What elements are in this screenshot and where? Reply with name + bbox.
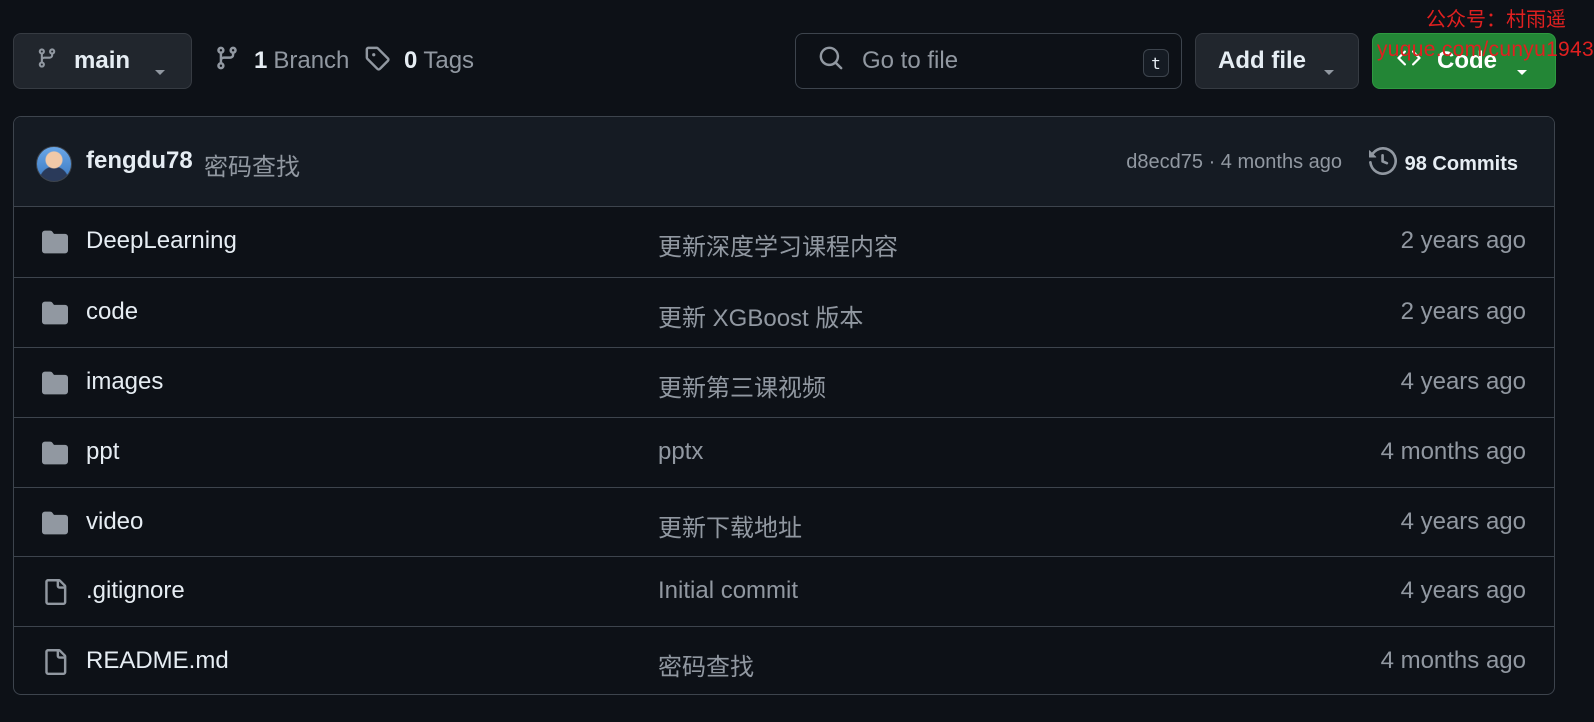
branch-selector-button[interactable]: main [13, 33, 192, 89]
file-icon [40, 649, 70, 680]
file-commit-message-link[interactable]: 更新深度学习课程内容 [658, 227, 898, 262]
commits-link[interactable]: 98 Commits [1368, 146, 1518, 181]
file-commit-date: 4 months ago [1380, 647, 1526, 675]
file-commit-date: 4 years ago [1400, 507, 1526, 535]
repo-toolbar: main 1 Branch 0 Tags t Add file [0, 0, 1594, 110]
latest-commit-header: fengdu78 密码查找 d8ecd75 · 4 months ago 98 … [14, 117, 1554, 207]
tag-icon [364, 45, 390, 78]
watermark: 公众号：村雨遥 yuque.com/cunyu1943 [1377, 5, 1594, 65]
file-commit-date: 4 years ago [1400, 367, 1526, 395]
folder-icon [40, 510, 70, 541]
branch-word: Branch [273, 47, 350, 74]
branch-count: 1 [254, 47, 268, 74]
git-branch-icon [214, 45, 240, 78]
folder-icon [40, 229, 70, 260]
folder-icon [40, 300, 70, 331]
go-to-file-search[interactable]: t [795, 33, 1182, 89]
file-name-link[interactable]: .gitignore [86, 577, 185, 605]
file-row[interactable]: ppt pptx 4 months ago [14, 416, 1554, 487]
git-branch-icon [36, 45, 58, 78]
file-name-link[interactable]: README.md [86, 647, 229, 675]
file-row[interactable]: video 更新下载地址 4 years ago [14, 486, 1554, 557]
commit-meta: d8ecd75 · 4 months ago [1126, 151, 1342, 174]
commit-author[interactable]: fengdu78 [86, 147, 193, 175]
chevron-down-icon [153, 56, 167, 84]
file-commit-message-link[interactable]: 密码查找 [658, 647, 754, 682]
file-commit-date: 4 years ago [1400, 577, 1526, 605]
folder-icon [40, 440, 70, 471]
file-row[interactable]: DeepLearning 更新深度学习课程内容 2 years ago [14, 207, 1554, 277]
file-commit-date: 4 months ago [1380, 437, 1526, 465]
file-commit-message-link[interactable]: pptx [658, 438, 703, 466]
file-icon [40, 579, 70, 610]
file-commit-message-link[interactable]: 更新 XGBoost 版本 [658, 298, 863, 333]
commit-message[interactable]: 密码查找 [204, 147, 300, 182]
branch-name: main [74, 47, 131, 74]
commit-separator: · [1208, 151, 1216, 173]
tags-link[interactable]: 0 Tags [364, 33, 474, 89]
file-name-link[interactable]: DeepLearning [86, 227, 237, 255]
chevron-down-icon [1322, 56, 1336, 84]
file-name-link[interactable]: video [86, 508, 143, 536]
folder-icon [40, 370, 70, 401]
add-file-button[interactable]: Add file [1195, 33, 1359, 89]
search-input[interactable] [860, 46, 1114, 76]
tag-word: Tags [423, 47, 475, 74]
file-commit-message-link[interactable]: 更新下载地址 [658, 508, 802, 543]
file-listing: fengdu78 密码查找 d8ecd75 · 4 months ago 98 … [13, 116, 1555, 695]
search-icon [818, 45, 844, 78]
history-icon [1368, 146, 1397, 181]
file-row[interactable]: .gitignore Initial commit 4 years ago [14, 556, 1554, 626]
commit-age: 4 months ago [1220, 151, 1342, 173]
watermark-line-2: yuque.com/cunyu1943 [1376, 38, 1594, 61]
file-commit-message-link[interactable]: Initial commit [658, 577, 798, 605]
keyboard-shortcut-hint: t [1143, 49, 1169, 77]
branches-link[interactable]: 1 Branch [214, 33, 349, 89]
file-row[interactable]: code 更新 XGBoost 版本 2 years ago [14, 276, 1554, 347]
commits-count: 98 Commits [1404, 152, 1518, 175]
file-name-link[interactable]: ppt [86, 438, 119, 466]
commit-hash[interactable]: d8ecd75 [1126, 151, 1203, 173]
file-row[interactable]: README.md 密码查找 4 months ago [14, 626, 1554, 694]
file-name-link[interactable]: images [86, 368, 163, 396]
file-commit-date: 2 years ago [1400, 297, 1526, 325]
file-row[interactable]: images 更新第三课视频 4 years ago [14, 346, 1554, 417]
watermark-line-1: 公众号：村雨遥 [1426, 9, 1566, 31]
file-rows: DeepLearning 更新深度学习课程内容 2 years ago code 更新 … [14, 207, 1554, 694]
file-commit-message-link[interactable]: 更新第三课视频 [658, 368, 826, 403]
tag-count: 0 [404, 47, 418, 74]
avatar[interactable] [36, 146, 72, 182]
file-name-link[interactable]: code [86, 298, 138, 326]
add-file-label: Add file [1218, 47, 1306, 74]
file-commit-date: 2 years ago [1400, 227, 1526, 254]
